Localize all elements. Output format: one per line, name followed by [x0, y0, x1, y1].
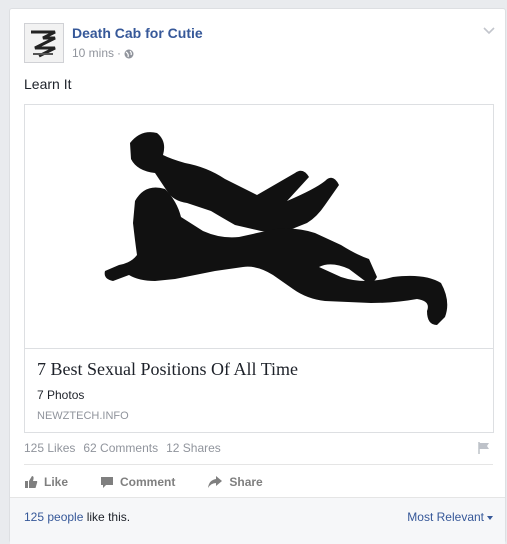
post-timestamp[interactable]: 10 mins: [72, 46, 114, 60]
link-title[interactable]: 7 Best Sexual Positions Of All Time: [37, 359, 298, 380]
post-message: Learn It: [24, 76, 72, 92]
likes-summary-suffix: like this.: [83, 510, 131, 524]
feed-post: Death Cab for Cutie 10 mins · Learn It 7…: [9, 8, 506, 544]
share-arrow-icon: [207, 475, 223, 489]
page-name-link[interactable]: Death Cab for Cutie: [72, 25, 203, 41]
likes-summary: 125 people like this.: [24, 510, 130, 524]
link-domain: NEWZTECH.INFO: [37, 410, 129, 422]
card-divider: [25, 348, 493, 349]
likes-summary-bar: 125 people like this. Most Relevant: [10, 497, 505, 544]
sort-comments-dropdown[interactable]: Most Relevant: [407, 510, 493, 524]
link-preview-image[interactable]: [25, 105, 493, 348]
page-avatar[interactable]: [24, 23, 64, 63]
post-meta: 10 mins ·: [72, 46, 134, 60]
comments-count[interactable]: 62 Comments: [83, 441, 158, 455]
link-subtitle: 7 Photos: [37, 388, 85, 402]
comment-icon: [100, 475, 114, 489]
meta-separator: ·: [117, 46, 122, 60]
caret-down-icon: [487, 515, 493, 520]
likes-count[interactable]: 125 Likes: [24, 441, 75, 455]
engagement-stats: 125 Likes 62 Comments 12 Shares: [24, 441, 221, 455]
chevron-down-icon[interactable]: [483, 23, 495, 35]
globe-icon: [124, 48, 134, 59]
actions-divider: [24, 464, 493, 465]
share-button[interactable]: Share: [207, 475, 263, 489]
comment-label: Comment: [120, 475, 176, 489]
comment-button[interactable]: Comment: [100, 475, 175, 489]
flag-icon[interactable]: [477, 441, 491, 455]
post-actions: Like Comment Share: [24, 472, 295, 492]
share-label: Share: [229, 475, 263, 489]
link-preview-card[interactable]: 7 Best Sexual Positions Of All Time 7 Ph…: [24, 104, 494, 433]
shares-count[interactable]: 12 Shares: [166, 441, 221, 455]
people-who-like-link[interactable]: 125 people: [24, 510, 83, 524]
thumbs-up-icon: [24, 475, 38, 489]
like-button[interactable]: Like: [24, 475, 68, 489]
sort-label: Most Relevant: [407, 510, 484, 524]
like-label: Like: [44, 475, 69, 489]
